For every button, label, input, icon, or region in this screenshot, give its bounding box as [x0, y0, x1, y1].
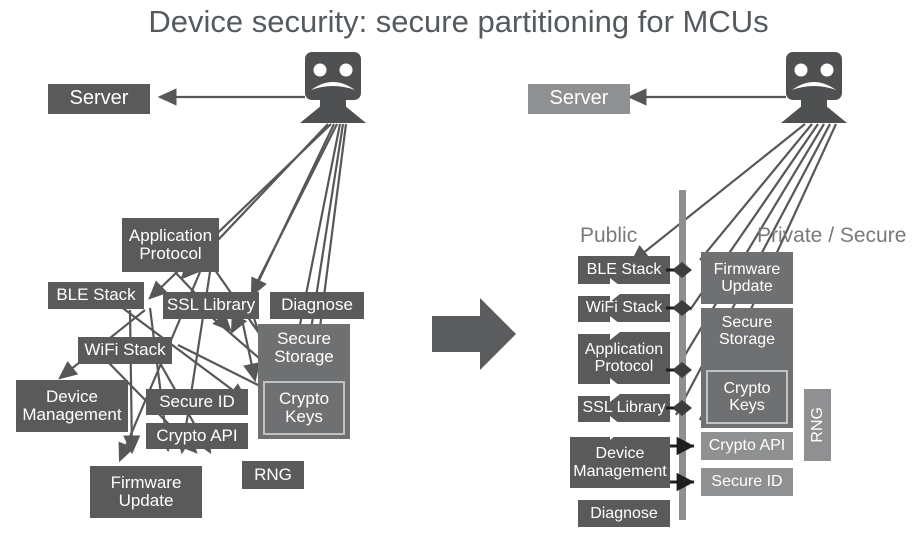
public-stack-flow-arrows: [578, 278, 625, 440]
secure-call-arrows: [670, 436, 695, 492]
boundary-diamond-connectors: [666, 262, 692, 416]
slide-canvas: Device security: secure partitioning for…: [0, 0, 917, 547]
connector-layer-foreground: [578, 262, 695, 492]
